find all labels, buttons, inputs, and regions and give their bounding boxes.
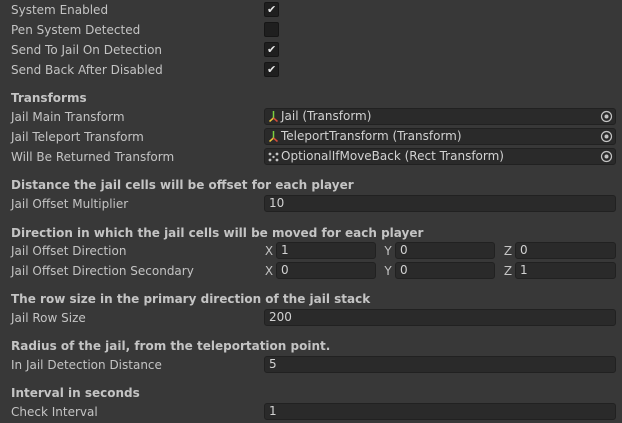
field-value: OptionalIfMoveBack (Rect Transform) xyxy=(281,149,504,163)
z-field[interactable]: Z 0 xyxy=(501,242,616,259)
check-interval-input[interactable]: 1 xyxy=(264,403,616,420)
field-label: Check Interval xyxy=(11,405,98,419)
pen-system-detected-checkbox[interactable] xyxy=(264,22,279,37)
jail-main-transform-row: Jail Main Transform Jail (Transform) xyxy=(0,108,622,126)
y-value: 0 xyxy=(400,243,408,257)
z-axis-label: Z xyxy=(503,244,513,258)
y-field[interactable]: Y 0 xyxy=(381,242,495,259)
y-value: 0 xyxy=(400,263,408,277)
jail-teleport-transform-field[interactable]: TeleportTransform (Transform) xyxy=(264,128,616,145)
field-value: 10 xyxy=(269,196,285,210)
jail-offset-direction-row: Jail Offset Direction X 1 Y 0 Z 0 xyxy=(0,242,622,260)
field-label: Jail Offset Direction xyxy=(11,244,127,258)
toggle-label: Send Back After Disabled xyxy=(11,63,163,77)
x-axis-label: X xyxy=(264,264,274,278)
jail-main-transform-field[interactable]: Jail (Transform) xyxy=(264,108,616,125)
object-picker-icon[interactable] xyxy=(600,110,613,123)
radius-header: Radius of the jail, from the teleportati… xyxy=(11,339,331,353)
z-value: 1 xyxy=(520,263,528,277)
interval-header: Interval in seconds xyxy=(11,386,140,400)
transform-icon xyxy=(269,111,278,123)
row-size-header: The row size in the primary direction of… xyxy=(11,292,371,306)
jail-offset-multiplier-row: Jail Offset Multiplier 10 xyxy=(0,195,622,213)
field-value: 200 xyxy=(269,310,292,324)
toggle-row-pen-system-detected: Pen System Detected xyxy=(0,21,622,39)
toggle-row-send-to-jail: Send To Jail On Detection ✔ xyxy=(0,41,622,59)
jail-offset-direction-secondary-row: Jail Offset Direction Secondary X 0 Y 0 … xyxy=(0,262,622,280)
toggle-row-send-back: Send Back After Disabled ✔ xyxy=(0,61,622,79)
field-label: Jail Main Transform xyxy=(11,110,125,124)
transform-icon xyxy=(269,131,278,143)
toggle-label: System Enabled xyxy=(11,3,109,17)
check-icon: ✔ xyxy=(267,63,277,76)
field-value: TeleportTransform (Transform) xyxy=(281,129,462,143)
field-label: Jail Row Size xyxy=(11,311,86,325)
toggle-row-system-enabled: System Enabled ✔ xyxy=(0,1,622,19)
check-icon: ✔ xyxy=(267,3,277,16)
object-picker-icon[interactable] xyxy=(600,150,613,163)
will-be-returned-transform-field[interactable]: OptionalIfMoveBack (Rect Transform) xyxy=(264,148,616,165)
field-label: Jail Offset Direction Secondary xyxy=(11,264,194,278)
z-axis-label: Z xyxy=(503,264,513,278)
field-label: Jail Teleport Transform xyxy=(11,130,144,144)
jail-teleport-transform-row: Jail Teleport Transform TeleportTransfor… xyxy=(0,128,622,146)
system-enabled-checkbox[interactable]: ✔ xyxy=(264,2,279,17)
jail-row-size-row: Jail Row Size 200 xyxy=(0,309,622,327)
field-label: Will Be Returned Transform xyxy=(11,150,175,164)
field-label: Jail Offset Multiplier xyxy=(11,197,129,211)
x-axis-label: X xyxy=(264,244,274,258)
jail-offset-multiplier-input[interactable]: 10 xyxy=(264,195,616,212)
field-value: Jail (Transform) xyxy=(281,109,372,123)
send-to-jail-checkbox[interactable]: ✔ xyxy=(264,42,279,57)
field-value: 1 xyxy=(269,404,277,418)
field-value: 5 xyxy=(269,357,277,371)
y-axis-label: Y xyxy=(384,264,392,278)
y-axis-label: Y xyxy=(384,244,392,258)
z-value: 0 xyxy=(520,243,528,257)
z-field[interactable]: Z 1 xyxy=(501,262,616,279)
y-field[interactable]: Y 0 xyxy=(381,262,495,279)
direction-header: Direction in which the jail cells will b… xyxy=(11,226,424,240)
x-value: 0 xyxy=(281,263,289,277)
toggle-label: Pen System Detected xyxy=(11,23,141,37)
will-be-returned-transform-row: Will Be Returned Transform OptionalIfMov… xyxy=(0,148,622,166)
in-jail-detection-distance-input[interactable]: 5 xyxy=(264,356,616,373)
send-back-after-disabled-checkbox[interactable]: ✔ xyxy=(264,62,279,77)
check-icon: ✔ xyxy=(267,43,277,56)
object-picker-icon[interactable] xyxy=(600,130,613,143)
jail-row-size-input[interactable]: 200 xyxy=(264,309,616,326)
x-value: 1 xyxy=(281,243,289,257)
field-label: In Jail Detection Distance xyxy=(11,358,162,372)
transforms-header: Transforms xyxy=(11,91,87,105)
x-field[interactable]: X 0 xyxy=(262,262,376,279)
check-interval-row: Check Interval 1 xyxy=(0,403,622,421)
offset-header: Distance the jail cells will be offset f… xyxy=(11,178,354,192)
rect-transform-icon xyxy=(268,152,279,162)
toggle-label: Send To Jail On Detection xyxy=(11,43,163,57)
in-jail-detection-distance-row: In Jail Detection Distance 5 xyxy=(0,356,622,374)
x-field[interactable]: X 1 xyxy=(262,242,376,259)
